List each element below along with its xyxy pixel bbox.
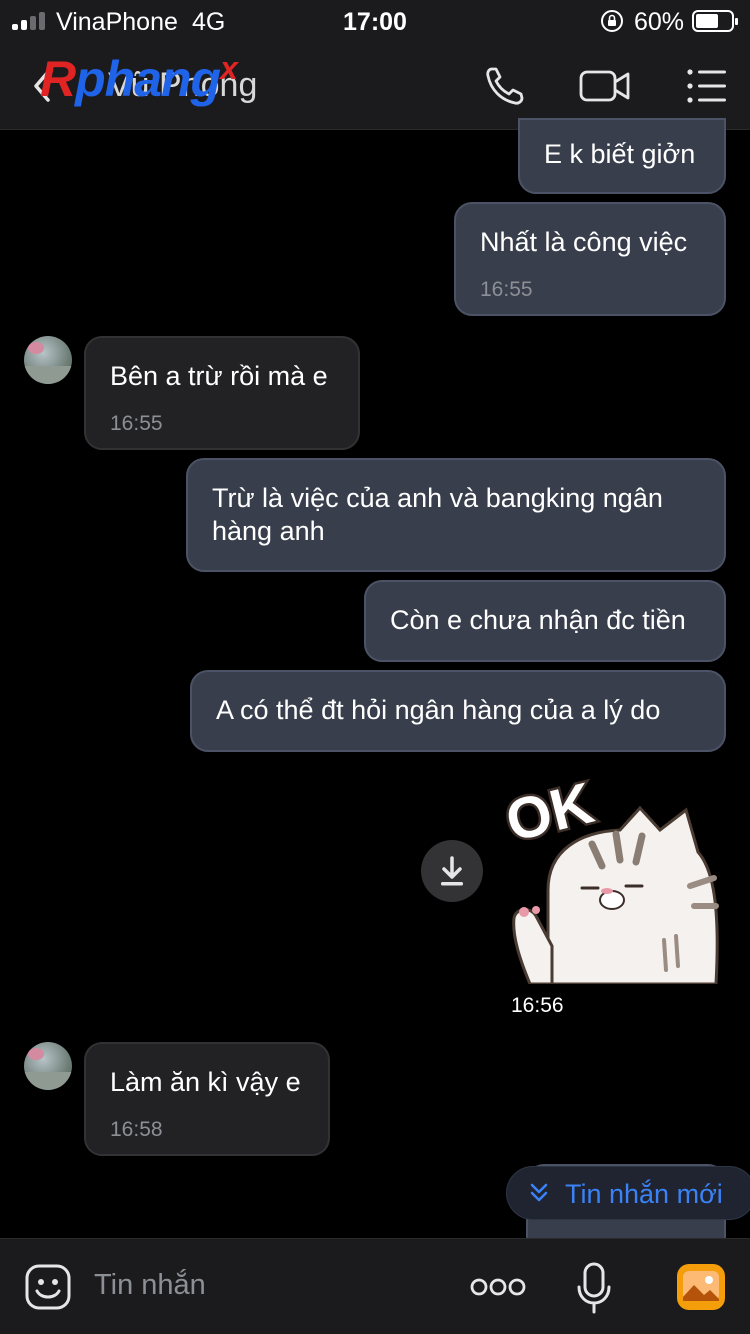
message-time: 16:55 — [480, 278, 533, 301]
message-bubble-outgoing[interactable]: Nhất là công việc 16:55 — [454, 202, 726, 316]
watermark-logo: Rphangx — [40, 50, 238, 107]
message-time: 16:56 — [511, 994, 564, 1017]
message-time: 16:55 — [110, 412, 163, 435]
message-text: Bên a trừ rồi mà e — [110, 361, 328, 391]
status-bar: VinaPhone 4G 17:00 60% — [0, 0, 750, 42]
message-input[interactable]: Tin nhắn — [94, 1269, 206, 1302]
download-button[interactable] — [421, 840, 483, 902]
microphone-icon[interactable] — [576, 1261, 612, 1315]
message-composer: Tin nhắn — [0, 1238, 750, 1334]
message-text: E k biết giởn — [544, 139, 696, 169]
download-icon — [441, 856, 463, 886]
message-bubble-outgoing[interactable]: E k biết giởn — [518, 118, 726, 194]
more-icon[interactable] — [470, 1275, 526, 1299]
battery-icon — [692, 10, 738, 32]
message-text: Nhất là công việc — [480, 227, 688, 257]
message-text: A có thể đt hỏi ngân hàng của a lý do — [216, 695, 661, 725]
sticker-emoji-icon[interactable] — [24, 1263, 72, 1311]
message-text: Còn e chưa nhận đc tiền — [390, 605, 686, 635]
message-bubble-outgoing[interactable]: Còn e chưa nhận đc tiền — [364, 580, 726, 662]
chevron-down-icon — [530, 1183, 548, 1202]
chat-header: Vũ Phong Rphangx — [0, 42, 750, 130]
battery-percent: 60% — [634, 8, 685, 36]
menu-list-icon[interactable] — [684, 64, 730, 108]
avatar[interactable] — [24, 1042, 72, 1090]
message-bubble-incoming[interactable]: Bên a trừ rồi mà e 16:55 — [84, 336, 360, 450]
avatar[interactable] — [24, 336, 72, 384]
phone-icon[interactable] — [482, 64, 528, 108]
ok-cat-sticker[interactable]: OK — [500, 760, 730, 984]
gallery-icon[interactable] — [676, 1263, 726, 1311]
video-call-icon[interactable] — [578, 64, 632, 108]
message-text: Trừ là việc của anh và bangking ngân hàn… — [212, 483, 663, 546]
message-text: Làm ăn kì vậy e — [110, 1067, 301, 1097]
rotation-lock-icon — [601, 10, 623, 32]
message-time: 16:58 — [110, 1118, 163, 1141]
new-messages-label: Tin nhắn mới — [565, 1179, 723, 1209]
message-bubble-outgoing[interactable]: Trừ là việc của anh và bangking ngân hàn… — [186, 458, 726, 572]
new-messages-button[interactable]: Tin nhắn mới — [506, 1166, 750, 1220]
message-bubble-outgoing[interactable]: A có thể đt hỏi ngân hàng của a lý do — [190, 670, 726, 752]
message-bubble-incoming[interactable]: Làm ăn kì vậy e 16:58 — [84, 1042, 330, 1156]
